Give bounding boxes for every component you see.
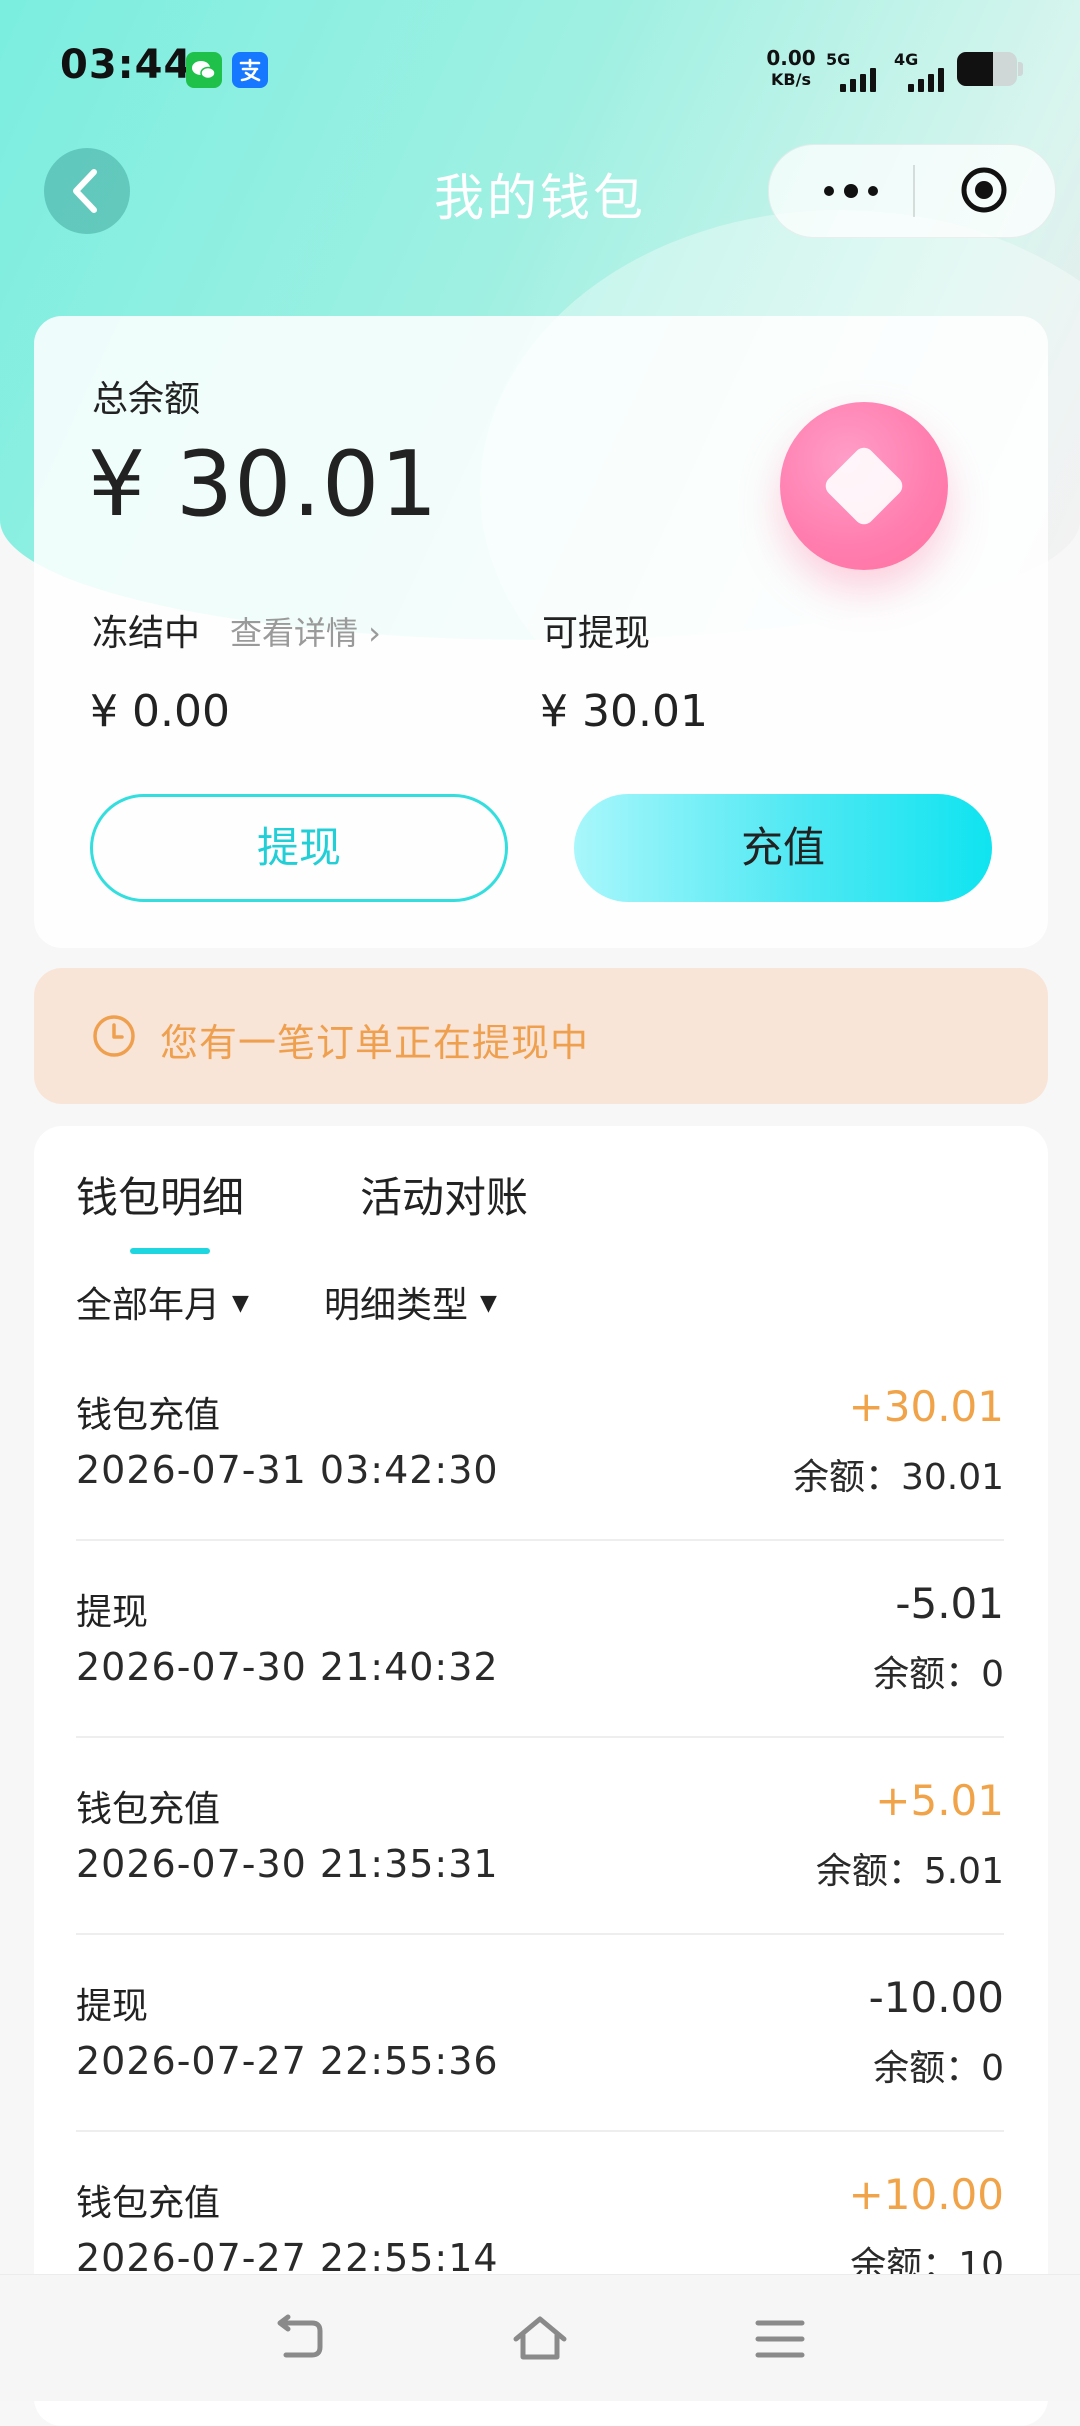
record-amount: -5.01 xyxy=(895,1579,1004,1628)
record-type: 提现 xyxy=(76,1592,149,1633)
total-balance-label: 总余额 xyxy=(92,379,201,420)
caret-down-icon: ▼ xyxy=(480,1290,497,1316)
close-mini-program-icon[interactable] xyxy=(959,165,1009,215)
menu-nav-icon[interactable] xyxy=(752,2313,808,2365)
record-row[interactable]: 提现 2026-07-30 21:40:32 -5.01 余额：0 xyxy=(76,1539,1004,1738)
record-time: 2026-07-27 22:55:36 xyxy=(76,2039,499,2083)
recharge-button[interactable]: 充值 xyxy=(574,794,992,902)
clock-icon xyxy=(93,1015,135,1057)
record-balance: 余额：30.01 xyxy=(792,1457,1004,1498)
page-title: 我的钱包 xyxy=(434,169,646,227)
record-row[interactable]: 提现 2026-07-27 22:55:36 -10.00 余额：0 xyxy=(76,1933,1004,2132)
status-time: 03:44 xyxy=(60,42,193,88)
record-type: 钱包充值 xyxy=(76,1789,221,1830)
record-type: 钱包充值 xyxy=(76,2183,221,2224)
withdrawable-label: 可提现 xyxy=(542,613,651,654)
notice-text: 您有一笔订单正在提现中 xyxy=(160,1021,590,1065)
frozen-label: 冻结中 xyxy=(92,613,201,654)
balance-card: 总余额 ¥ 30.01 冻结中 查看详情 › 可提现 ¥ 0.00 ¥ 30.0… xyxy=(34,316,1048,948)
record-balance: 余额：5.01 xyxy=(815,1851,1004,1892)
status-bar: 03:44 0.00 KB/s 5G 4G xyxy=(0,0,1080,140)
record-amount: +30.01 xyxy=(848,1382,1004,1431)
tab-wallet-details[interactable]: 钱包明细 xyxy=(76,1164,244,1225)
active-tab-indicator xyxy=(130,1248,210,1254)
record-type: 提现 xyxy=(76,1986,149,2027)
network-speed: 0.00 KB/s xyxy=(766,46,816,90)
record-balance: 余额：0 xyxy=(873,2048,1004,2089)
record-amount: +10.00 xyxy=(848,2170,1004,2219)
signal-5g-icon: 5G xyxy=(826,50,886,92)
record-time: 2026-07-31 03:42:30 xyxy=(76,1448,499,1492)
withdraw-button[interactable]: 提现 xyxy=(90,794,508,902)
record-row[interactable]: 钱包充值 2026-07-30 21:35:31 +5.01 余额：5.01 xyxy=(76,1736,1004,1935)
record-amount: +5.01 xyxy=(875,1776,1004,1825)
tab-activity-reconciliation[interactable]: 活动对账 xyxy=(360,1164,528,1225)
alipay-icon xyxy=(232,52,268,88)
mini-program-capsule xyxy=(768,144,1056,238)
wallet-coin-icon xyxy=(780,402,948,570)
total-balance-value: ¥ 30.01 xyxy=(88,432,439,537)
back-nav-icon[interactable] xyxy=(272,2313,328,2365)
filter-record-type[interactable]: 明细类型 ▼ xyxy=(324,1276,497,1328)
more-options-icon[interactable] xyxy=(811,175,891,207)
record-type: 钱包充值 xyxy=(76,1395,221,1436)
frozen-details-link[interactable]: 查看详情 › xyxy=(230,608,381,654)
signal-4g-icon: 4G xyxy=(894,50,954,92)
caret-down-icon: ▼ xyxy=(232,1290,249,1316)
chevron-left-icon xyxy=(73,169,97,213)
record-balance: 余额：0 xyxy=(873,1654,1004,1695)
back-button[interactable] xyxy=(44,148,130,234)
wechat-icon xyxy=(186,52,222,88)
record-time: 2026-07-30 21:35:31 xyxy=(76,1842,499,1886)
home-nav-icon[interactable] xyxy=(512,2313,568,2365)
record-amount: -10.00 xyxy=(868,1973,1004,2022)
system-nav-bar xyxy=(0,2274,1080,2401)
wallet-records: 钱包明细 活动对账 全部年月 ▼ 明细类型 ▼ 钱包充值 2026-07-31 03… xyxy=(34,1126,1048,2426)
record-time: 2026-07-30 21:40:32 xyxy=(76,1645,499,1689)
frozen-value: ¥ 0.00 xyxy=(90,686,230,737)
battery-icon xyxy=(957,52,1017,86)
withdraw-pending-notice[interactable]: 您有一笔订单正在提现中 xyxy=(34,968,1048,1104)
filter-year-month[interactable]: 全部年月 ▼ xyxy=(76,1276,249,1328)
withdrawable-value: ¥ 30.01 xyxy=(540,686,708,737)
record-row[interactable]: 钱包充值 2026-07-31 03:42:30 +30.01 余额：30.01 xyxy=(76,1342,1004,1541)
